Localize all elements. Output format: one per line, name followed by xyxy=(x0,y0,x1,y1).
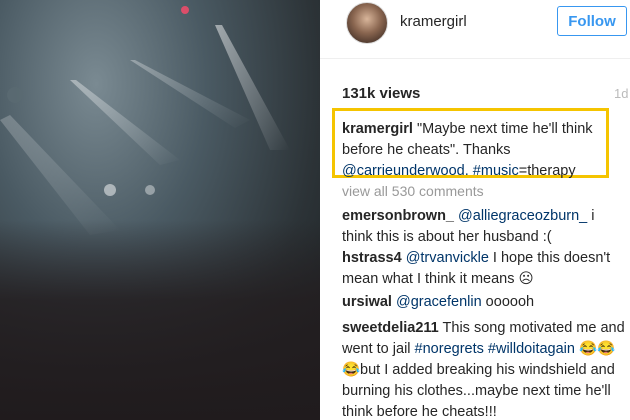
comment-mention[interactable]: @trvanvickle xyxy=(406,250,489,266)
view-all-comments-link[interactable]: view all 530 comments xyxy=(342,183,484,199)
comment-text: oooooh xyxy=(481,294,535,310)
comment-item: emersonbrown_ @alliegraceozburn_ i think… xyxy=(342,206,627,248)
post-header: kramergirl Follow xyxy=(320,0,630,52)
video-post-media[interactable] xyxy=(0,0,320,420)
comment-username[interactable]: hstrass4 xyxy=(342,250,402,266)
comment-username[interactable]: ursiwal xyxy=(342,294,392,310)
comment-item: ursiwal @gracefenlin oooooh xyxy=(342,292,627,313)
caption-highlight-box: kramergirl "Maybe next time he'll think … xyxy=(332,108,609,179)
view-count: 131k views xyxy=(342,85,421,102)
caption-username[interactable]: kramergirl xyxy=(342,121,413,137)
caption-text-end: =therapy xyxy=(518,163,576,179)
post-timestamp[interactable]: 1d xyxy=(614,86,628,101)
comment-item: hstrass4 @trvanvickle I hope this doesn'… xyxy=(342,248,627,290)
caption-mention[interactable]: @carrieunderwood. xyxy=(342,163,469,179)
post-side-panel: kramergirl Follow 131k views 1d kramergi… xyxy=(320,0,630,420)
follow-button[interactable]: Follow xyxy=(557,6,627,36)
comment-mention[interactable]: @gracefenlin xyxy=(396,294,482,310)
comment-mention[interactable]: @alliegraceozburn_ xyxy=(458,208,587,224)
comment-hashtag[interactable]: #willdoitagain xyxy=(488,341,575,357)
avatar[interactable] xyxy=(346,2,388,44)
header-divider xyxy=(320,58,630,59)
post-username[interactable]: kramergirl xyxy=(400,13,467,30)
caption-hashtag[interactable]: #music xyxy=(473,163,519,179)
comment-hashtag[interactable]: #noregrets xyxy=(415,341,484,357)
comment-item: sweetdelia211 This song motivated me and… xyxy=(342,318,627,420)
crowd-shadow xyxy=(0,220,320,420)
comment-username[interactable]: emersonbrown_ xyxy=(342,208,454,224)
comment-username[interactable]: sweetdelia211 xyxy=(342,320,439,336)
